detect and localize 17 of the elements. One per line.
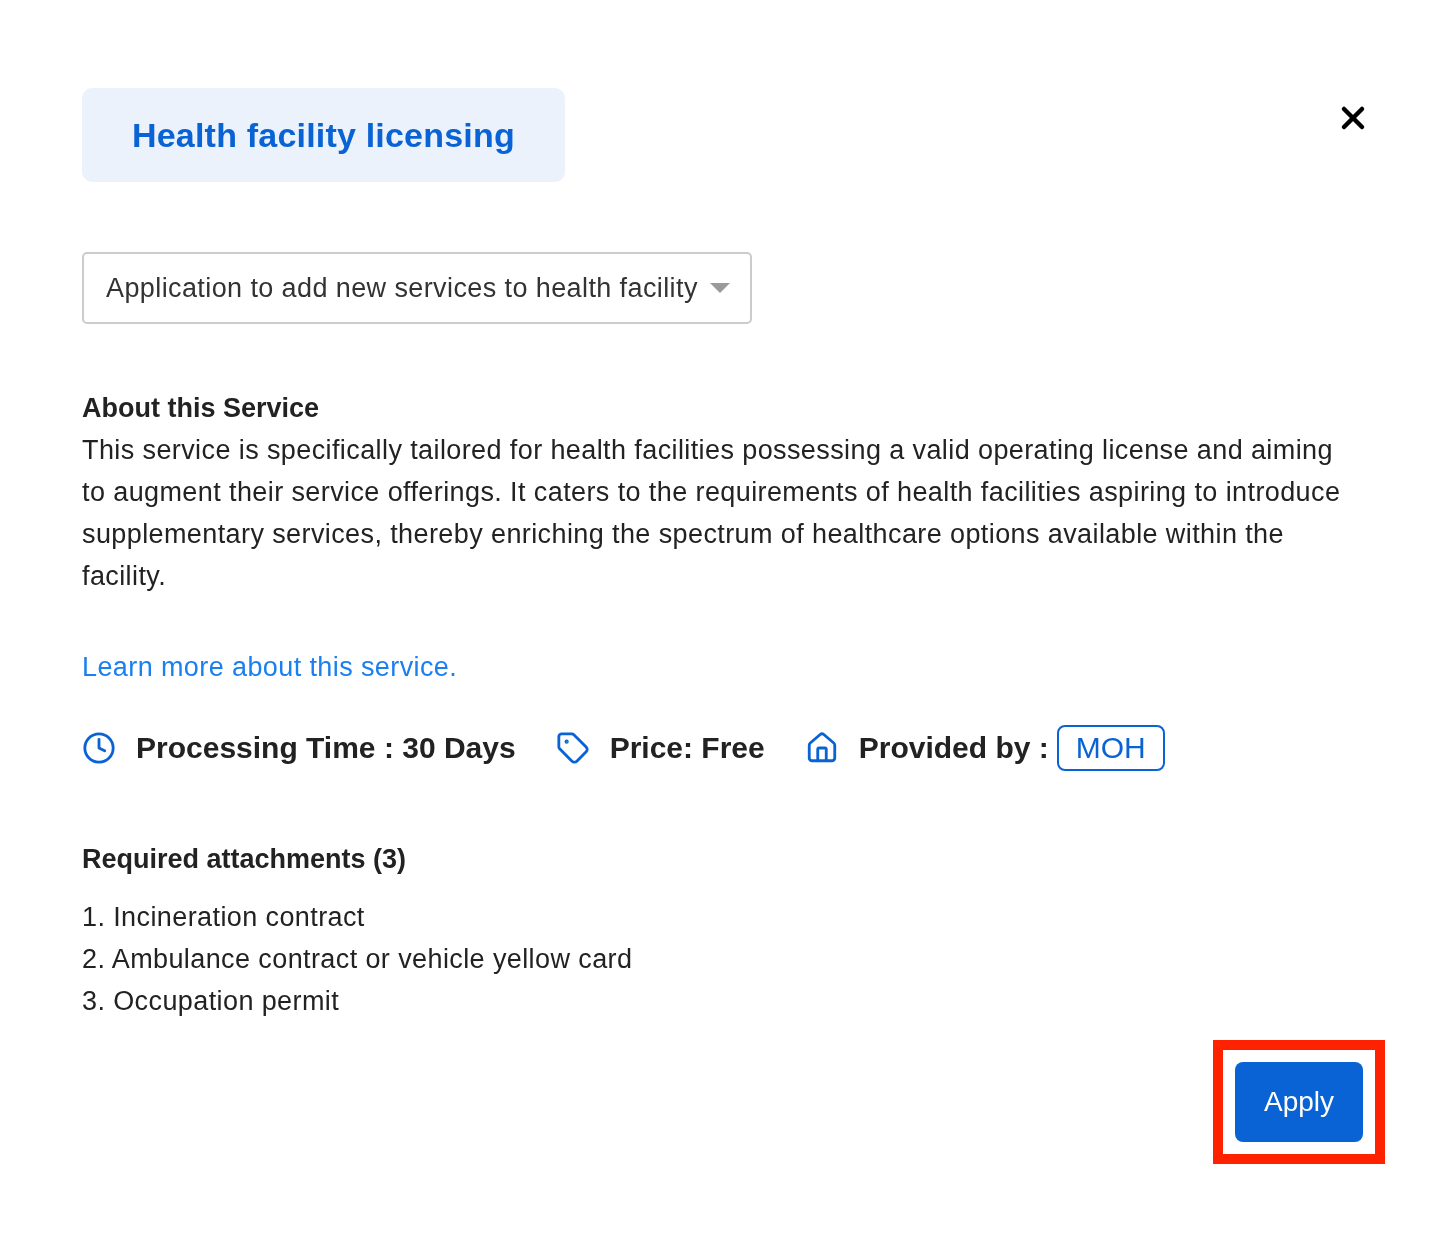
learn-more-link[interactable]: Learn more about this service. — [82, 646, 458, 688]
service-description: This service is specifically tailored for health facilities possessing a valid operating license and aiming to augment their service offerings. It caters to the requirements of health facilities aspiring to introduce supplementary services, thereby enriching the spectrum of healthcare options available within the facility. — [82, 434, 1342, 593]
attachment-item: 3. Occupation permit — [82, 985, 341, 1018]
tag-icon — [555, 731, 590, 765]
section-heading: About this Service — [82, 392, 321, 425]
service-dropdown[interactable]: Application to add new services to health facility — [82, 252, 752, 324]
detail-text: Processing Time : 30 Days — [136, 731, 516, 765]
caret-icon — [709, 283, 730, 293]
section-heading: Required attachments (3) — [82, 843, 408, 876]
dialog-title: Health facility licensing — [82, 88, 565, 182]
attachment-item: 2. Ambulance contract or vehicle yellow card — [82, 943, 634, 976]
clock-icon — [82, 731, 116, 765]
attachment-item: 1. Incineration contract — [82, 901, 366, 934]
detail-text: Price: Free — [609, 731, 765, 765]
detail-text: Provided by : — [858, 731, 1049, 765]
apply-button[interactable]: Apply — [1235, 1062, 1363, 1142]
provider-tag: MOH — [1056, 725, 1165, 771]
